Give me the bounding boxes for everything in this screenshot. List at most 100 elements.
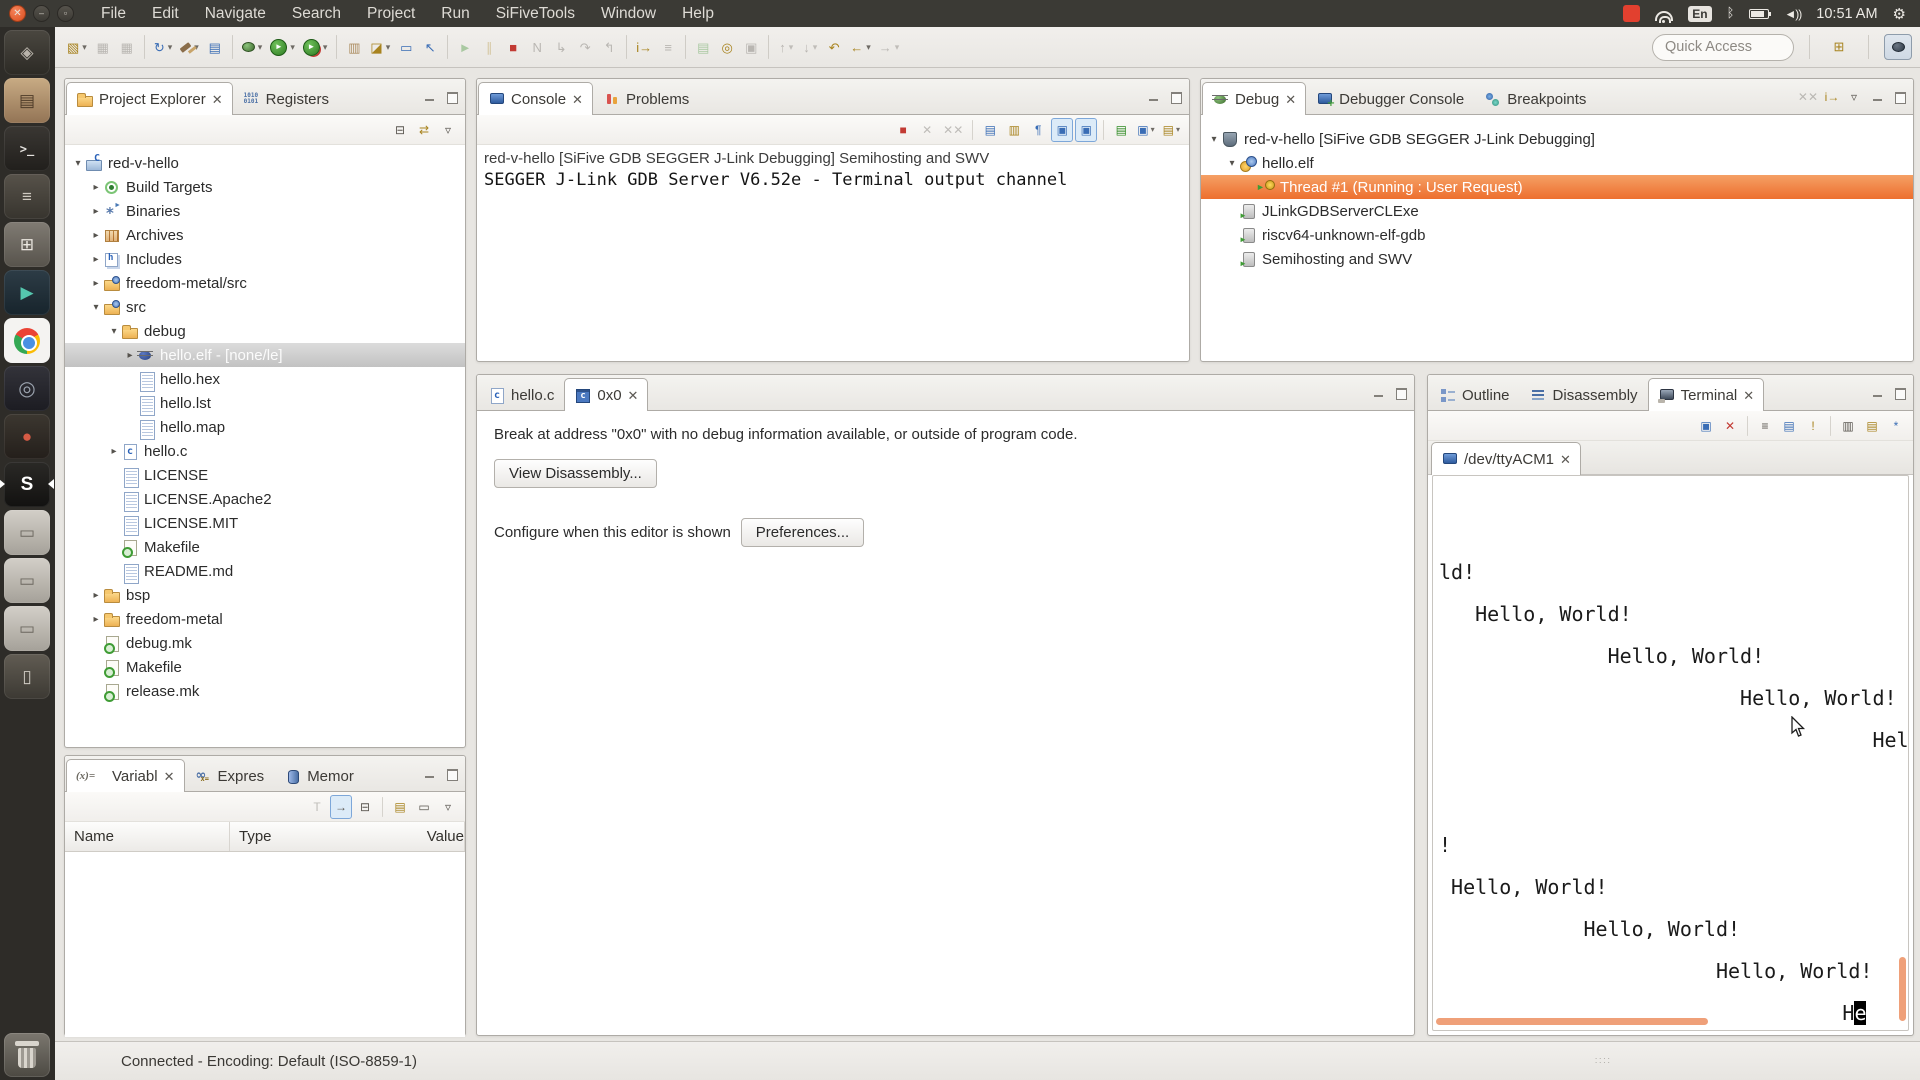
vertical-scrollbar[interactable] bbox=[1899, 957, 1906, 1021]
tree-row[interactable]: ▾ hello.elf bbox=[1201, 151, 1913, 175]
tree-twisty-icon[interactable]: ▾ bbox=[1207, 134, 1221, 145]
menu-item[interactable]: Window bbox=[590, 2, 667, 26]
resume[interactable]: ► bbox=[453, 34, 477, 60]
new[interactable]: ▧ bbox=[63, 34, 91, 60]
sep-1[interactable] bbox=[382, 797, 383, 817]
tree-row[interactable]: ▸ Includes bbox=[65, 247, 465, 271]
save[interactable]: ▦ bbox=[91, 34, 115, 60]
menu-item[interactable]: SiFiveTools bbox=[485, 2, 586, 26]
battery-icon[interactable] bbox=[1749, 9, 1769, 19]
keyboard-layout-indicator[interactable]: En bbox=[1688, 6, 1711, 22]
show-console-stderr[interactable]: ▣ bbox=[1075, 118, 1097, 142]
volume-2[interactable]: ▭ bbox=[4, 558, 50, 603]
erase-flash[interactable]: ◪ bbox=[366, 34, 394, 60]
maximize-window-icon[interactable]: ▫ bbox=[57, 5, 74, 22]
tab-close-icon[interactable] bbox=[1743, 389, 1754, 402]
collapse-all[interactable]: ⊟ bbox=[389, 118, 411, 142]
word-wrap[interactable]: ¶ bbox=[1027, 118, 1049, 142]
remove-all-launches[interactable]: ✕✕ bbox=[940, 118, 966, 142]
terminal-app[interactable]: >_ bbox=[4, 126, 50, 171]
menu-item[interactable]: Help bbox=[671, 2, 725, 26]
open-console[interactable]: ▤ bbox=[1160, 118, 1183, 142]
step-into[interactable]: ↳ bbox=[549, 34, 573, 60]
volume-icon[interactable]: ◄)) bbox=[1784, 7, 1801, 21]
tree-twisty-icon[interactable]: ▾ bbox=[1225, 158, 1239, 169]
tab[interactable]: Debugger Console bbox=[1306, 83, 1474, 114]
search[interactable]: ◎ bbox=[715, 34, 739, 60]
remove-all-terminated[interactable]: ✕✕ bbox=[1795, 85, 1821, 109]
volume-3[interactable]: ▭ bbox=[4, 606, 50, 651]
chrome-browser[interactable] bbox=[4, 318, 50, 363]
tree-row[interactable]: LICENSE.MIT bbox=[65, 511, 465, 535]
tree-row[interactable]: Makefile bbox=[65, 655, 465, 679]
open-new-view[interactable]: ▭ bbox=[413, 795, 435, 819]
tree-twisty-icon[interactable]: ▸ bbox=[89, 590, 103, 601]
sep-2[interactable] bbox=[1103, 120, 1104, 140]
open-perspective-button[interactable]: ⊞ bbox=[1825, 34, 1853, 60]
view-disassembly-button[interactable]: View Disassembly... bbox=[494, 459, 657, 488]
clear-console[interactable]: ▤ bbox=[979, 118, 1001, 142]
tab[interactable]: Outline bbox=[1429, 379, 1520, 410]
tree-twisty-icon[interactable]: ▸ bbox=[89, 254, 103, 265]
tab-close-icon[interactable] bbox=[212, 93, 223, 106]
tree-twisty-icon[interactable]: ▾ bbox=[89, 302, 103, 313]
sep-7[interactable] bbox=[768, 35, 769, 59]
sep-2[interactable] bbox=[232, 35, 233, 59]
files[interactable]: ▤ bbox=[4, 78, 50, 123]
menu-item[interactable]: Search bbox=[281, 2, 352, 26]
clock[interactable]: 10:51 AM bbox=[1816, 6, 1877, 22]
tree-row[interactable]: release.mk bbox=[65, 679, 465, 703]
calculator[interactable]: ⊞ bbox=[4, 222, 50, 267]
toggle-autoconnect[interactable]: ! bbox=[1802, 414, 1824, 438]
tree-row[interactable]: ▸ freedom-metal bbox=[65, 607, 465, 631]
suspend[interactable]: ∥ bbox=[477, 34, 501, 60]
maximize-view-icon[interactable] bbox=[443, 89, 461, 105]
menu-item[interactable]: Edit bbox=[141, 2, 190, 26]
maximize-view-icon[interactable] bbox=[1167, 89, 1185, 105]
terminate[interactable]: ■ bbox=[892, 118, 914, 142]
mark-occurrences[interactable]: ▣ bbox=[739, 34, 763, 60]
tab[interactable]: Project Explorer bbox=[66, 82, 233, 115]
editor-tab[interactable]: 0x0 bbox=[564, 378, 648, 411]
memory-tool[interactable]: ▭ bbox=[394, 34, 418, 60]
minimize-view-icon[interactable] bbox=[1145, 89, 1163, 105]
tree-twisty-icon[interactable]: ▸ bbox=[89, 182, 103, 193]
session-gear-icon[interactable]: ⚙ bbox=[1893, 5, 1906, 23]
quick-access-input[interactable] bbox=[1652, 34, 1794, 61]
tab[interactable]: Terminal bbox=[1648, 378, 1765, 411]
next-annotation[interactable]: ↓ bbox=[798, 34, 822, 60]
camera-lens-app[interactable]: ◎ bbox=[4, 366, 50, 411]
previous-annotation[interactable]: ↑ bbox=[774, 34, 798, 60]
new-c-file[interactable]: ▤ bbox=[691, 34, 715, 60]
horizontal-scrollbar[interactable] bbox=[1436, 1018, 1708, 1025]
tab-close-icon[interactable] bbox=[1285, 93, 1296, 106]
sep-5[interactable] bbox=[626, 35, 627, 59]
tree-row[interactable]: ▸ Build Targets bbox=[65, 175, 465, 199]
maximize-view-icon[interactable] bbox=[1891, 89, 1909, 105]
bluetooth-icon[interactable]: ᛒ bbox=[1727, 6, 1735, 21]
tree-row[interactable]: LICENSE.Apache2 bbox=[65, 487, 465, 511]
profile[interactable]: ▥ bbox=[342, 34, 366, 60]
step-over[interactable]: ↷ bbox=[573, 34, 597, 60]
maximize-view-icon[interactable] bbox=[1392, 385, 1410, 401]
save-all[interactable]: ▦ bbox=[115, 34, 139, 60]
close-window-icon[interactable]: ✕ bbox=[9, 5, 26, 22]
tree-row[interactable]: ▸ Archives bbox=[65, 223, 465, 247]
tree-row[interactable]: JLinkGDBServerCLExe bbox=[1201, 199, 1913, 223]
tree-twisty-icon[interactable]: ▸ bbox=[89, 206, 103, 217]
sep-1[interactable] bbox=[1747, 416, 1748, 436]
view-menu[interactable]: ▿ bbox=[1843, 85, 1865, 109]
tab[interactable]: Expres bbox=[185, 760, 275, 791]
forward[interactable]: → bbox=[875, 34, 904, 60]
terminate[interactable]: ■ bbox=[501, 34, 525, 60]
show-logical-structures[interactable]: → bbox=[330, 795, 352, 819]
tree-row[interactable]: ▸ freedom-metal/src bbox=[65, 271, 465, 295]
tree-row[interactable]: ▾ red-v-hello bbox=[65, 151, 465, 175]
clear-terminal[interactable]: ▤ bbox=[1778, 414, 1800, 438]
terminal-settings[interactable]: * bbox=[1885, 414, 1907, 438]
disconnect[interactable]: N bbox=[525, 34, 549, 60]
tree-twisty-icon[interactable]: ▾ bbox=[71, 158, 85, 169]
remove-launch[interactable]: ✕ bbox=[916, 118, 938, 142]
view-menu[interactable]: ▿ bbox=[437, 118, 459, 142]
media-app[interactable]: ▶ bbox=[4, 270, 50, 315]
